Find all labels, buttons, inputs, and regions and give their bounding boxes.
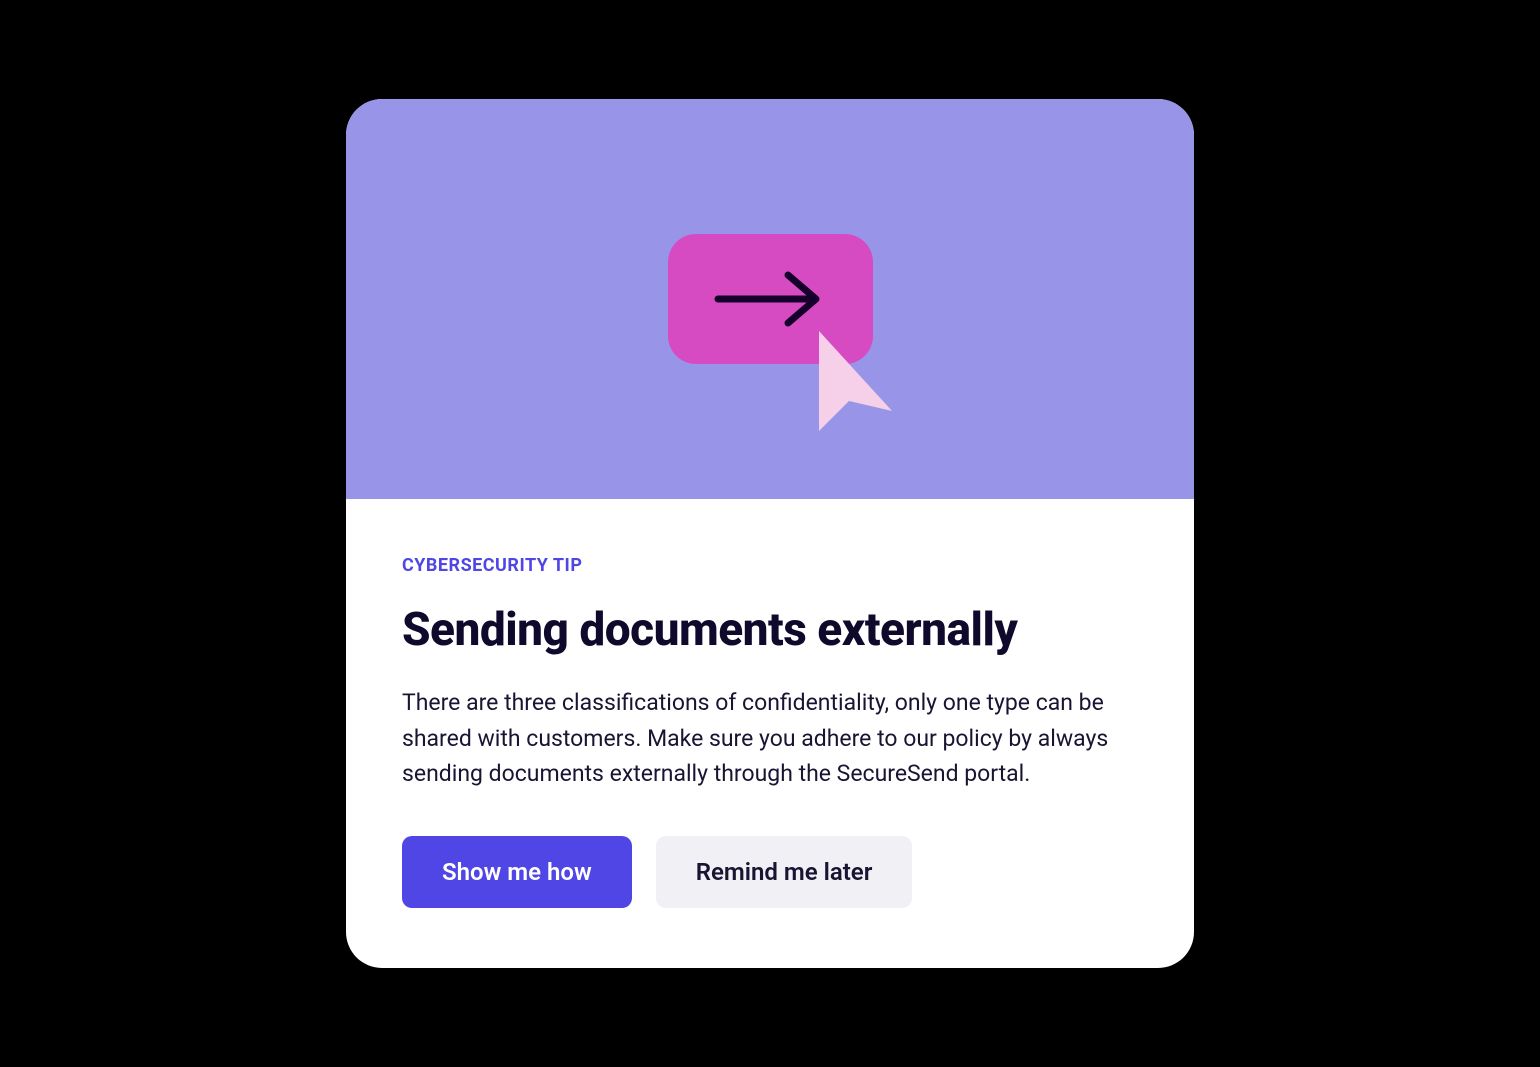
cursor-icon <box>804 323 904 443</box>
card-title: Sending documents externally <box>402 604 1138 657</box>
remind-me-later-button[interactable]: Remind me later <box>656 836 913 908</box>
card-content: CYBERSECURITY TIP Sending documents exte… <box>346 499 1194 968</box>
show-me-how-button[interactable]: Show me how <box>402 836 632 908</box>
eyebrow-label: CYBERSECURITY TIP <box>402 555 1138 576</box>
tip-card: CYBERSECURITY TIP Sending documents exte… <box>346 99 1194 968</box>
button-row: Show me how Remind me later <box>402 836 1138 908</box>
arrow-right-icon <box>710 269 830 329</box>
card-body: There are three classifications of confi… <box>402 685 1138 792</box>
hero-illustration <box>346 99 1194 499</box>
